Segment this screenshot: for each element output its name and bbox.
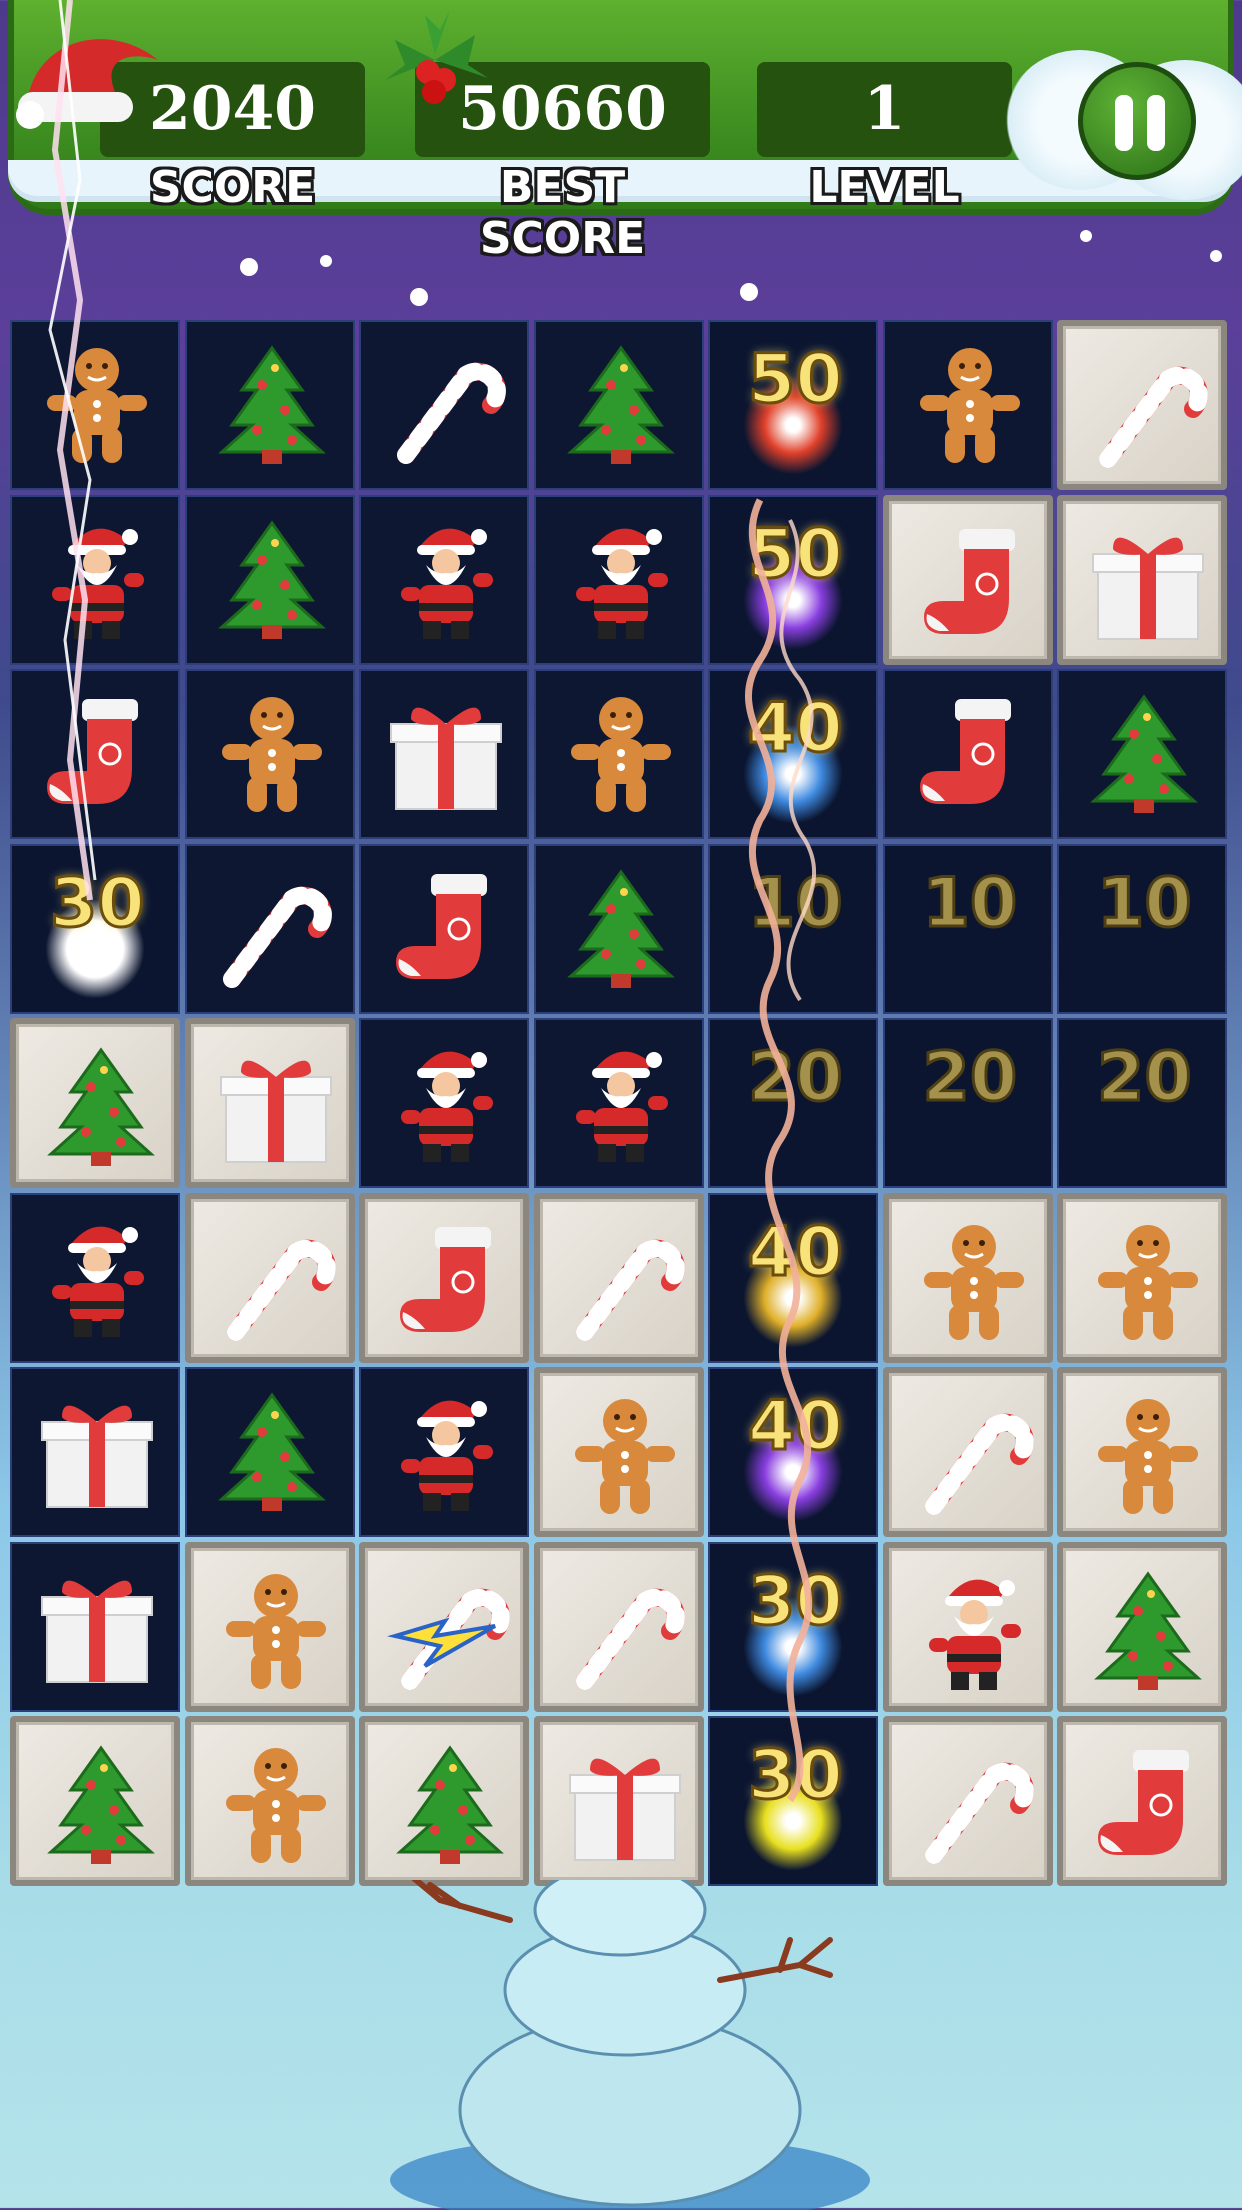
santa-hat-icon — [8, 20, 168, 130]
best-score-label: BEST SCORE — [479, 162, 646, 264]
score-popup: 20 — [921, 1037, 1019, 1119]
score-popup: 20 — [1096, 1037, 1194, 1119]
board-cell[interactable] — [882, 669, 1053, 839]
board-cell[interactable] — [10, 1541, 180, 1712]
score-popup: 40 — [747, 1211, 845, 1293]
board-cell[interactable] — [359, 843, 529, 1014]
board-cell[interactable] — [1057, 320, 1227, 490]
holly-icon — [380, 10, 490, 110]
score-popup: 10 — [921, 862, 1019, 944]
board-cell[interactable] — [184, 843, 355, 1014]
board-cell[interactable] — [10, 494, 180, 665]
score-popup: 40 — [747, 688, 845, 770]
score-popup: 50 — [747, 513, 845, 595]
board-cell[interactable] — [10, 320, 180, 490]
pause-icon — [1115, 95, 1133, 151]
board-cell[interactable] — [882, 1367, 1053, 1537]
score-popup: 10 — [747, 862, 845, 944]
board-cell[interactable] — [1057, 1541, 1227, 1712]
board-cell[interactable] — [184, 1018, 355, 1188]
board-cell[interactable] — [184, 1192, 355, 1363]
level-label: LEVEL — [809, 162, 960, 213]
score-popup: 20 — [747, 1037, 845, 1119]
board-cell[interactable] — [10, 1716, 180, 1886]
board-cell[interactable] — [882, 494, 1053, 665]
board-cell[interactable] — [882, 1716, 1053, 1886]
board-cell[interactable] — [359, 1541, 529, 1712]
board-cell[interactable] — [10, 669, 180, 839]
board-cell[interactable] — [184, 669, 355, 839]
board-cell[interactable] — [882, 320, 1053, 490]
board-cell[interactable] — [184, 494, 355, 665]
score-popup: 30 — [747, 1560, 845, 1642]
board-cell[interactable] — [1057, 669, 1227, 839]
score-popup: 30 — [747, 1735, 845, 1817]
board-cell[interactable] — [184, 1716, 355, 1886]
board-cell[interactable] — [882, 1192, 1053, 1363]
board-cell[interactable] — [882, 1541, 1053, 1712]
board-cell[interactable] — [359, 1367, 529, 1537]
score-popup: 50 — [747, 339, 845, 421]
level-value: 1 — [757, 62, 1012, 157]
board-cell[interactable] — [533, 1018, 704, 1188]
board-cell[interactable] — [10, 1192, 180, 1363]
board-cell[interactable] — [533, 1367, 704, 1537]
board-cell[interactable] — [533, 843, 704, 1014]
snowman — [390, 1880, 870, 2210]
board-cell[interactable] — [1057, 1716, 1227, 1886]
board-cell[interactable] — [1057, 1192, 1227, 1363]
score-popup: 30 — [49, 862, 147, 944]
board-cell[interactable] — [359, 1018, 529, 1188]
board-cell[interactable] — [533, 1541, 704, 1712]
board-cell[interactable] — [184, 1541, 355, 1712]
score-popup: 40 — [747, 1386, 845, 1468]
pause-button[interactable] — [1078, 62, 1196, 180]
board-cell[interactable] — [184, 320, 355, 490]
board-cell[interactable] — [184, 1367, 355, 1537]
score-popup: 10 — [1096, 862, 1194, 944]
board-cell[interactable] — [359, 1716, 529, 1886]
board-cell[interactable] — [359, 669, 529, 839]
board-cell[interactable] — [533, 669, 704, 839]
board-cell[interactable] — [1057, 494, 1227, 665]
score-label: SCORE — [149, 162, 316, 213]
board-cell[interactable] — [533, 320, 704, 490]
board-cell[interactable] — [359, 1192, 529, 1363]
board-cell[interactable] — [10, 1018, 180, 1188]
board-cell[interactable] — [533, 1192, 704, 1363]
board-cell[interactable] — [533, 494, 704, 665]
board-cell[interactable] — [10, 1367, 180, 1537]
board-cell[interactable] — [359, 494, 529, 665]
game-board: 50 50 40 30 10 10 10 20 20 20 40 40 30 30 — [10, 320, 1234, 1890]
board-cell[interactable] — [533, 1716, 704, 1886]
board-cell[interactable] — [1057, 1367, 1227, 1537]
board-cell[interactable] — [359, 320, 529, 490]
